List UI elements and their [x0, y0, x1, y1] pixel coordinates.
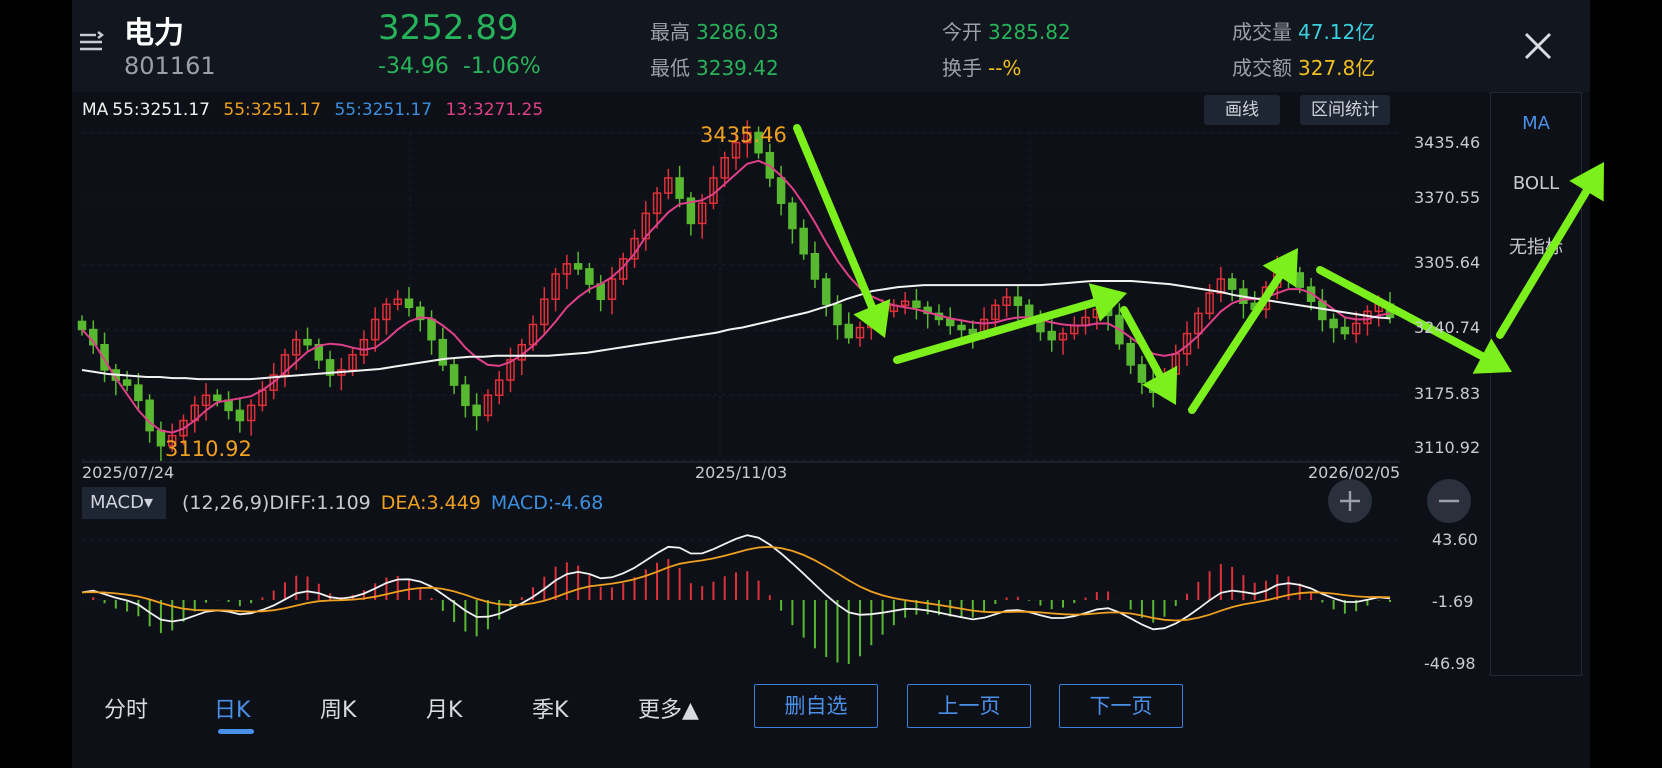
ma-short-line	[81, 159, 1391, 434]
candle-body	[1126, 342, 1135, 366]
plus-icon	[1340, 491, 1360, 511]
candle-body	[1340, 326, 1350, 335]
tab-monthly[interactable]: 月K	[426, 692, 462, 724]
ma-long-line	[81, 280, 1391, 381]
zoom-in-button[interactable]	[1328, 479, 1372, 523]
candle-body	[573, 263, 583, 270]
high-marker: 3435.46	[700, 123, 787, 147]
date-label: 2025/07/24	[82, 463, 175, 482]
price-tick: 3370.55	[1414, 188, 1481, 207]
price-tick: 3435.46	[1414, 133, 1481, 152]
candle-body	[449, 364, 459, 386]
candle-body	[799, 227, 808, 255]
candle-body	[810, 252, 820, 280]
candle-body	[1227, 278, 1237, 290]
price-tick: 3175.83	[1414, 384, 1481, 403]
candle-body	[224, 399, 233, 412]
candle-body	[134, 384, 143, 402]
price-tick: 3110.92	[1414, 438, 1481, 457]
macd-value: MACD:-4.68	[490, 492, 604, 514]
kline-chart[interactable]	[0, 0, 1662, 768]
candle-body	[776, 177, 786, 204]
candle-body	[585, 268, 594, 285]
price-tick: 3240.74	[1414, 318, 1481, 337]
candle-body	[472, 404, 481, 417]
tab-more[interactable]: 更多▲	[638, 692, 699, 724]
tab-intraday[interactable]: 分时	[104, 692, 148, 724]
candle-body	[145, 399, 154, 432]
tab-daily[interactable]: 日K	[214, 692, 250, 724]
macd-tick: -46.98	[1424, 654, 1476, 673]
date-label: 2025/11/03	[695, 463, 788, 482]
annotation-arrow	[1188, 272, 1284, 414]
candle-body	[968, 328, 978, 335]
candle-body	[821, 278, 831, 306]
candle-body	[957, 324, 966, 331]
candle-body	[945, 318, 955, 327]
active-tab-indicator	[218, 729, 254, 734]
candle-body	[303, 338, 312, 346]
tab-quarterly[interactable]: 季K	[532, 692, 568, 724]
tab-weekly[interactable]: 周K	[320, 692, 356, 724]
candle-body	[1047, 330, 1056, 341]
candle-body	[213, 394, 222, 402]
candle-body	[438, 338, 448, 366]
macd-dea: DEA:3.449	[380, 492, 481, 514]
candle-body	[833, 303, 842, 326]
candle-body	[427, 318, 436, 341]
macd-legend: (12,26,9)DIFF:1.109 DEA:3.449 MACD:-4.68	[182, 492, 603, 514]
candle-body	[235, 409, 245, 422]
prev-page-button[interactable]: 上一页	[907, 684, 1031, 728]
next-page-button[interactable]: 下一页	[1059, 684, 1183, 728]
zoom-out-button[interactable]	[1427, 479, 1471, 523]
candle-body	[77, 320, 87, 331]
macd-selector[interactable]: MACD▾	[82, 487, 166, 519]
candle-body	[596, 283, 605, 300]
candle-body	[122, 379, 132, 386]
candle-body	[788, 202, 797, 230]
macd-tick: -1.69	[1432, 592, 1474, 611]
macd-params: (12,26,9)	[182, 492, 270, 514]
candle-body	[1013, 296, 1023, 307]
annotation-arrow	[1496, 187, 1591, 339]
candle-body	[404, 298, 414, 309]
low-marker: 3110.92	[165, 437, 252, 461]
macd-diff: DIFF:1.109	[269, 492, 371, 514]
macd-tick: 43.60	[1432, 530, 1478, 549]
candle-body	[1329, 318, 1338, 329]
candle-body	[1137, 364, 1147, 383]
candle-body	[675, 177, 684, 199]
candle-body	[461, 384, 470, 407]
candle-body	[912, 300, 921, 309]
candle-body	[156, 429, 166, 447]
annotation-arrow	[793, 124, 876, 311]
candle-body	[1295, 272, 1305, 288]
candle-body	[844, 323, 854, 339]
remove-watchlist-button[interactable]: 删自选	[754, 684, 878, 728]
price-tick: 3305.64	[1414, 253, 1481, 272]
minus-icon	[1439, 499, 1459, 503]
